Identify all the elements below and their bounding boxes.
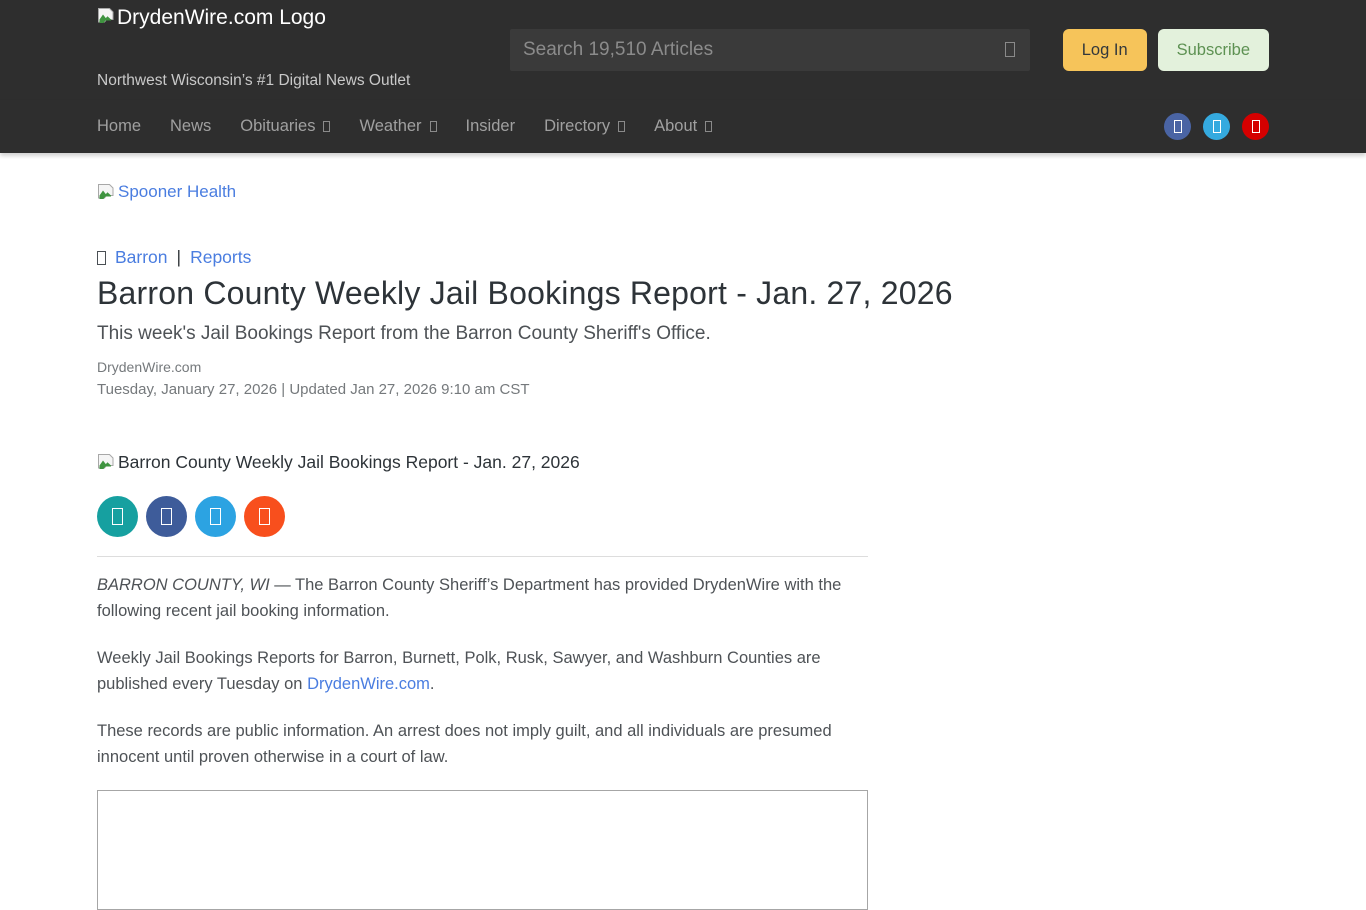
content-divider [97,556,868,557]
chevron-down-icon [618,121,625,132]
nav-social-links [1164,113,1269,140]
search-area [487,29,1063,71]
nav-item-news[interactable]: News [170,117,211,136]
email-glyph-icon [259,508,270,525]
share-email-button[interactable] [244,496,285,537]
nav-item-label: News [170,117,211,136]
breadcrumb-category-link[interactable]: Barron [115,247,168,268]
share-facebook-button[interactable] [146,496,187,537]
twitter-glyph-icon [210,508,221,525]
breadcrumb: Barron | Reports [97,247,1269,268]
nav-item-label: About [654,117,697,136]
youtube-icon[interactable] [1242,113,1269,140]
paragraph-text: Weekly Jail Bookings Reports for Barron,… [97,649,821,693]
page-title: Barron County Weekly Jail Bookings Repor… [97,275,1269,312]
article-body: Barron County Weekly Jail Bookings Repor… [97,398,868,910]
brand-block: DrydenWire.com Logo Northwest Wisconsin’… [97,0,487,100]
facebook-glyph-icon [1174,120,1182,133]
share-glyph-icon [112,508,123,525]
article-subtitle: This week's Jail Bookings Report from th… [97,323,1269,345]
nav-item-label: Weather [359,117,421,136]
paragraph-text: . [430,675,435,693]
site-header: DrydenWire.com Logo Northwest Wisconsin’… [0,0,1366,153]
nav-item-weather[interactable]: Weather [359,117,436,136]
header-top-bar: DrydenWire.com Logo Northwest Wisconsin’… [0,0,1366,100]
article-image-alt-text: Barron County Weekly Jail Bookings Repor… [118,452,580,473]
header-actions: Log In Subscribe [1063,29,1269,71]
article-paragraph: BARRON COUNTY, WI — The Barron County Sh… [97,573,868,624]
login-button[interactable]: Log In [1063,29,1147,71]
nav-item-about[interactable]: About [654,117,712,136]
chevron-down-icon [323,121,330,132]
ad-banner-broken-image[interactable]: Spooner Health [97,182,236,203]
chevron-down-icon [430,121,437,132]
report-embed-box [97,790,868,910]
ad-alt-text: Spooner Health [118,182,236,202]
facebook-glyph-icon [161,508,172,525]
twitter-glyph-icon [1213,120,1221,133]
search-input[interactable] [510,29,1030,71]
search-icon[interactable] [1005,42,1015,57]
site-tagline: Northwest Wisconsin’s #1 Digital News Ou… [97,72,487,90]
chevron-down-icon [705,121,712,132]
page-main: Spooner Health Barron | Reports Barron C… [0,153,1366,910]
breadcrumb-separator: | [177,247,182,268]
dateline-location: BARRON COUNTY, WI [97,576,270,594]
breadcrumb-section-link[interactable]: Reports [190,247,251,268]
article-dateline: Tuesday, January 27, 2026 | Updated Jan … [97,381,1269,398]
category-tag-icon [97,251,106,265]
broken-image-icon [97,183,115,203]
facebook-icon[interactable] [1164,113,1191,140]
nav-links: Home News Obituaries Weather Insider D [97,117,712,136]
site-logo-alt-text: DrydenWire.com Logo [117,6,326,30]
nav-item-label: Home [97,117,141,136]
share-button[interactable] [97,496,138,537]
share-twitter-button[interactable] [195,496,236,537]
nav-item-insider[interactable]: Insider [466,117,516,136]
broken-image-icon [97,7,115,27]
article-image-broken: Barron County Weekly Jail Bookings Repor… [97,452,580,473]
share-buttons [97,496,868,537]
twitter-icon[interactable] [1203,113,1230,140]
subscribe-button[interactable]: Subscribe [1158,29,1269,71]
article-paragraph: These records are public information. An… [97,719,868,770]
nav-item-label: Directory [544,117,610,136]
site-logo-broken-image[interactable]: DrydenWire.com Logo [97,6,487,30]
nav-item-label: Obituaries [240,117,315,136]
youtube-glyph-icon [1252,120,1260,133]
nav-item-obituaries[interactable]: Obituaries [240,117,330,136]
broken-image-icon [97,453,115,473]
nav-item-directory[interactable]: Directory [544,117,625,136]
nav-item-label: Insider [466,117,516,136]
nav-item-home[interactable]: Home [97,117,141,136]
drydenwire-link[interactable]: DrydenWire.com [307,675,430,693]
search-box [510,29,1030,71]
article-byline: DrydenWire.com [97,359,1269,375]
article-paragraph: Weekly Jail Bookings Reports for Barron,… [97,646,868,697]
main-navigation: Home News Obituaries Weather Insider D [0,100,1366,153]
